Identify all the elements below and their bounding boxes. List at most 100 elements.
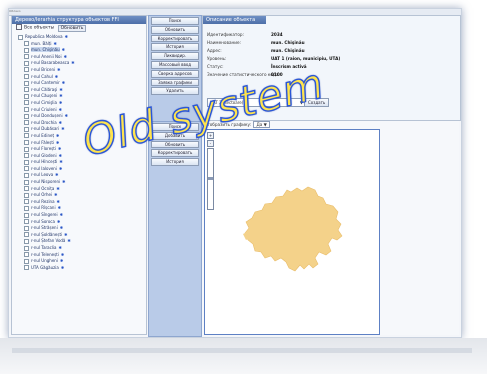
tree-node[interactable]: r-nul Orhei ✱ — [12, 192, 146, 199]
expand-icon[interactable] — [24, 179, 29, 185]
star-icon: ✱ — [59, 159, 63, 165]
tree-node[interactable]: r-nul Nisporeni ✱ — [12, 179, 146, 186]
star-icon: ✱ — [56, 139, 60, 145]
tree-node[interactable]: r-nul Căuşeni ✱ — [12, 93, 146, 100]
description-row: Адрес: mun. Chişinău — [207, 48, 305, 53]
description-row-label: Идентификатор: — [207, 32, 244, 37]
top-buttons-3[interactable]: История — [151, 43, 199, 52]
tree-node[interactable]: r-nul Ialoveni ✱ — [12, 166, 146, 173]
expand-icon[interactable] — [24, 60, 29, 66]
star-icon: ✱ — [59, 225, 64, 231]
expand-icon[interactable] — [24, 199, 29, 205]
expand-icon[interactable] — [24, 93, 29, 99]
tree-node-label: r-nul Șoldănești — [31, 231, 63, 237]
map-viewport[interactable]: + - — [204, 129, 380, 335]
bottom-buttons-4[interactable]: История — [151, 158, 199, 166]
tree-node[interactable]: r-nul Briceni ✱ — [12, 67, 146, 74]
tree-node[interactable]: r-nul Basarabeasca ✱ — [12, 60, 146, 67]
map-actions-column: Поиск Добавить Обновить Корректировать Истор… — [148, 121, 202, 337]
expand-icon[interactable] — [24, 133, 29, 139]
tree-node[interactable]: r-nul Călăraşi ✱ — [12, 87, 146, 94]
tree-node[interactable]: r-nul Leova ✱ — [12, 172, 146, 179]
tree-node[interactable]: r-nul Soroca ✱ — [12, 219, 146, 226]
top-buttons-1[interactable]: Обновить — [151, 25, 199, 34]
tree-node[interactable]: r-nul Telenești ✱ — [12, 252, 146, 259]
tree-node[interactable]: r-nul Strășeni ✱ — [12, 225, 146, 232]
expand-icon[interactable] — [24, 192, 29, 198]
expand-icon[interactable] — [24, 146, 29, 152]
expand-icon[interactable] — [24, 47, 29, 53]
expand-icon[interactable] — [24, 258, 29, 264]
expand-icon[interactable] — [24, 41, 29, 47]
expand-icon[interactable] — [24, 74, 29, 80]
municipality-shape[interactable] — [244, 186, 343, 272]
description-row-label: Адрес: — [207, 48, 222, 53]
tree-node[interactable]: r-nul Șoldănești ✱ — [12, 232, 146, 239]
expand-icon[interactable] — [24, 87, 29, 93]
tree-node[interactable]: r-nul Sîngerei ✱ — [12, 212, 146, 219]
tree-node[interactable]: r-nul Cantemir ✱ — [12, 80, 146, 87]
expand-icon[interactable] — [24, 107, 29, 113]
star-icon: ✱ — [53, 40, 57, 46]
expand-icon[interactable] — [24, 172, 29, 178]
expand-icon[interactable] — [24, 232, 29, 238]
tree-node-label: r-nul Taraclia — [31, 245, 57, 250]
tree-node-label: UTA Găgăuzia — [31, 264, 59, 270]
tree-node[interactable]: r-nul Ungheni ✱ — [12, 258, 146, 265]
star-icon: ✱ — [54, 73, 59, 79]
top-buttons-2[interactable]: Корректировать — [151, 34, 199, 43]
expand-icon[interactable] — [24, 100, 29, 106]
tree-node[interactable]: mun. Bălți ✱ — [12, 41, 146, 48]
expand-icon[interactable] — [24, 67, 29, 73]
expand-icon[interactable] — [24, 219, 29, 225]
expand-icon[interactable] — [24, 205, 29, 211]
expand-icon[interactable] — [24, 186, 29, 192]
expand-icon[interactable] — [24, 245, 29, 251]
description-row: Наименование: mun. Chişinău — [207, 40, 305, 45]
tree-node[interactable]: mun. Chişinău ✱ — [12, 47, 146, 54]
tree-node-label: mun. Chişinău — [31, 47, 60, 53]
tree-node[interactable]: r-nul Anenii Noi ✱ — [12, 54, 146, 61]
expand-icon[interactable] — [24, 166, 29, 172]
tree-node[interactable]: UTA Găgăuzia ✱ — [12, 265, 146, 272]
expand-icon[interactable] — [24, 252, 29, 258]
tree-node-label: r-nul Drochia — [31, 119, 57, 125]
expand-icon[interactable] — [24, 126, 29, 132]
expand-icon[interactable] — [24, 113, 29, 119]
tree-node[interactable]: r-nul Taraclia ✱ — [12, 245, 146, 252]
expand-icon[interactable] — [24, 153, 29, 159]
top-buttons-6[interactable]: Сверка адресов — [151, 69, 199, 78]
tree-node[interactable]: r-nul Rezina ✱ — [12, 199, 146, 206]
top-buttons-4[interactable]: Ликвидир. — [151, 52, 199, 60]
expand-icon[interactable] — [24, 225, 29, 231]
expand-icon[interactable] — [18, 34, 23, 40]
tree-node-label: r-nul Sîngerei — [31, 212, 58, 218]
tree-node[interactable]: r-nul Hîncești ✱ — [12, 159, 146, 166]
expand-icon[interactable] — [24, 159, 29, 165]
expand-icon[interactable] — [24, 54, 29, 60]
expand-icon[interactable] — [24, 120, 29, 126]
star-icon: ✱ — [58, 99, 63, 105]
expand-icon[interactable] — [24, 212, 29, 218]
tree-node[interactable]: r-nul Ștefan Vodă ✱ — [12, 238, 146, 245]
tree-node-label: r-nul Basarabeasca — [31, 60, 70, 66]
all-objects-checkbox[interactable] — [16, 24, 22, 30]
top-buttons-0[interactable]: Поиск — [151, 17, 199, 25]
tree-node-label: r-nul Strășeni — [31, 225, 58, 231]
expand-icon[interactable] — [24, 140, 29, 145]
tree-node[interactable]: r-nul Cahul ✱ — [12, 74, 146, 81]
tree-node-label: r-nul Fălești — [31, 139, 55, 145]
tree-node-label: Republica Moldova — [25, 34, 63, 39]
tree-node[interactable]: r-nul Rîșcani ✱ — [12, 205, 146, 212]
tree-refresh-button[interactable]: Обновить — [57, 24, 87, 32]
top-buttons-7[interactable]: Заявка графики — [151, 78, 199, 87]
tree-node-label: r-nul Soroca — [31, 218, 55, 224]
expand-icon[interactable] — [24, 80, 29, 86]
expand-icon[interactable] — [24, 265, 29, 271]
expand-icon[interactable] — [24, 238, 29, 244]
bottom-buttons-3[interactable]: Корректировать — [151, 149, 199, 158]
tree-node-label: r-nul Florești — [31, 146, 56, 152]
tree-node[interactable]: r-nul Ocnița ✱ — [12, 186, 146, 193]
tree-node[interactable]: Republica Moldova ✱ — [12, 34, 146, 41]
top-buttons-5[interactable]: Массовый ввод — [151, 60, 199, 69]
